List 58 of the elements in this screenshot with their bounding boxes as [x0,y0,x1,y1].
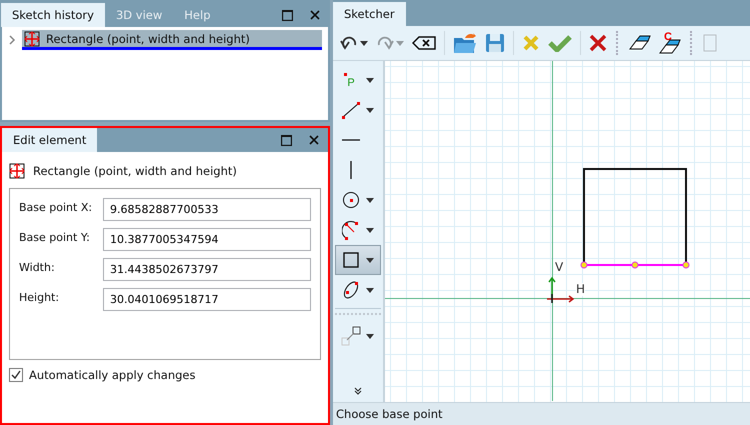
caret-icon [360,40,368,46]
input-field[interactable]: 31.4438502673797 [103,258,311,281]
maximize-icon [282,10,292,20]
rectangle-tool-icon [9,163,25,179]
caret-icon [366,334,374,338]
toolbar-grip[interactable] [690,31,694,55]
maximize-icon [280,134,292,146]
caret-icon [366,108,374,112]
folder-icon [453,32,477,54]
field-label: Width: [19,260,56,274]
status-bar: Choose base point [333,402,750,425]
line-tool-icon [341,101,361,119]
field-label: Base point Y: [19,230,91,244]
sketch-canvas[interactable]: V H [385,61,750,402]
chevron-icon[interactable] [8,35,16,45]
redo-icon [376,36,394,50]
input-field[interactable]: 9.68582887700533 [103,198,311,221]
field-label: Height: [19,290,60,304]
frame-icon [703,34,717,52]
caret-icon [396,40,404,46]
panel-tab[interactable]: Edit element [2,128,98,152]
panel-tab[interactable]: Sketcher [333,2,406,26]
arc-tool-icon [342,220,360,240]
checkmark-icon [548,34,572,52]
close-icon [309,135,319,145]
vertical-line-icon [349,160,353,180]
caret-icon [366,258,374,262]
panel-tab[interactable]: Sketch history [1,3,105,27]
close-icon [310,10,320,20]
checkbox[interactable] [9,368,23,382]
checkbox-label: Automatically apply changes [29,368,196,382]
field-label: Base point X: [19,200,94,214]
caret-icon [366,228,374,232]
caret-icon [366,288,374,292]
eraser-icon [629,35,651,51]
history-item-label: Rectangle (point, width and height) [46,32,250,46]
history-item[interactable]: Rectangle (point, width and height) [22,30,322,50]
double-chevron-icon[interactable] [354,387,362,395]
rectangle-tool-icon [24,30,40,46]
toolbar-grip[interactable] [335,308,381,315]
tool-button[interactable] [335,245,381,275]
rectangle-tool-icon [343,252,359,268]
element-title: Rectangle (point, width and height) [33,164,237,178]
axis-label: H [576,283,586,296]
circle-tool-icon [342,191,360,209]
backspace-icon [412,36,436,50]
input-field[interactable]: 30.0401069518717 [103,288,311,311]
caret-icon [366,198,374,202]
cross-icon [522,34,540,52]
undo-icon [340,36,358,50]
toolbar-grip[interactable] [616,31,620,55]
horizontal-line-icon [341,138,361,142]
input-field[interactable]: 10.3877005347594 [103,228,311,251]
delete-icon [589,34,607,52]
ellipse-tool-icon [341,280,361,300]
caret-icon [366,78,374,82]
axis-label: V [555,261,564,274]
move-tool-icon [341,326,361,346]
